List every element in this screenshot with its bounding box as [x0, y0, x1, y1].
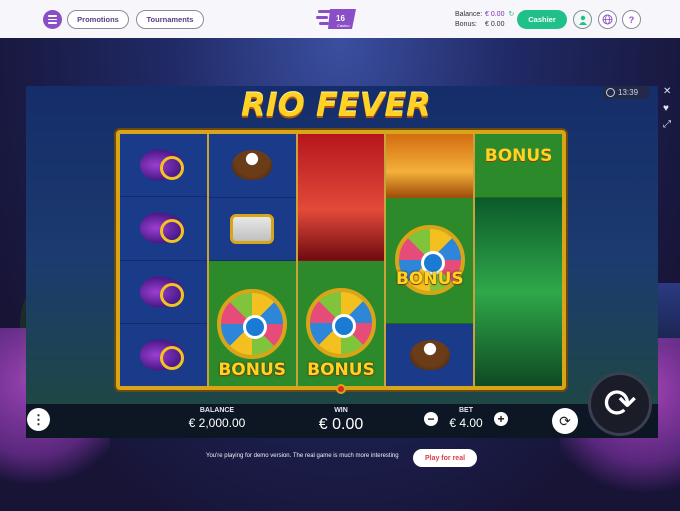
casino-logo[interactable]: 16 Casino: [316, 6, 360, 32]
mask-symbol: [120, 260, 207, 324]
autoplay-icon[interactable]: ⟳: [552, 408, 578, 434]
heart-icon[interactable]: ♥: [663, 103, 669, 114]
mask-symbol: [120, 197, 207, 261]
bet-increase-button[interactable]: +: [494, 412, 508, 426]
demo-notice: You're playing for demo version. The rea…: [206, 453, 399, 459]
game-clock: 13:39: [603, 86, 649, 99]
bonus-label: BONUS: [395, 268, 464, 289]
more-icon[interactable]: ⋮: [27, 408, 50, 431]
dancer-red-symbol: [297, 134, 385, 261]
mask-symbol: [120, 134, 207, 198]
bonus-wheel-icon: [305, 288, 376, 359]
dancer-gold-symbol: [386, 134, 474, 198]
bonus-symbol: BONUS: [386, 197, 474, 324]
bet-label: BET: [459, 407, 473, 414]
balance-value: € 0.00: [485, 11, 505, 18]
svg-text:16: 16: [336, 14, 345, 23]
bonus-label: BONUS: [484, 146, 553, 166]
reel-5: BONUS: [475, 134, 562, 386]
cashier-button[interactable]: Cashier: [517, 10, 567, 29]
dancer-green-symbol: [475, 197, 562, 386]
bonus-symbol: BONUS: [208, 261, 296, 386]
fullscreen-icon[interactable]: ⤢: [663, 119, 671, 130]
mask-symbol: [120, 323, 207, 386]
bonus-value: € 0.00: [485, 21, 505, 28]
reel-2: BONUS: [208, 134, 298, 386]
language-icon[interactable]: [598, 10, 617, 29]
user-icon[interactable]: [573, 10, 592, 29]
play-for-real-button[interactable]: Play for real: [413, 449, 477, 467]
logo-text: Casino: [337, 23, 350, 28]
refresh-icon[interactable]: ↻: [508, 10, 514, 20]
help-icon[interactable]: ?: [622, 10, 641, 29]
game-balance-value: € 2,000.00: [188, 416, 246, 430]
bonus-label: BONUS: [218, 360, 287, 380]
game-bet: BET € 4.00: [444, 407, 488, 430]
close-icon[interactable]: ✕: [663, 86, 671, 97]
spin-icon[interactable]: ⟳: [588, 372, 652, 436]
bonus-symbol: BONUS: [475, 134, 562, 198]
game-balance: BALANCE € 2,000.00: [182, 407, 252, 430]
game-win: WIN € 0.00: [313, 407, 369, 434]
balance-label: Balance:: [455, 11, 483, 18]
bet-decrease-button[interactable]: −: [424, 412, 438, 426]
bonus-symbol: BONUS: [297, 260, 385, 386]
account-balance: Balance: € 0.00 ↻ Bonus: € 0.00: [455, 10, 514, 30]
coconut-symbol: [386, 323, 474, 386]
reel-1: [120, 134, 209, 386]
win-label: WIN: [334, 407, 348, 414]
top-nav: Promotions Tournaments 16 Casino Balance…: [0, 0, 680, 38]
tournaments-button[interactable]: Tournaments: [136, 10, 204, 29]
bonus-label: Bonus:: [455, 21, 477, 28]
reels-grid: BONUS BONUS BONUS BONUS: [116, 130, 566, 390]
clock-time: 13:39: [618, 88, 639, 97]
game-balance-label: BALANCE: [199, 407, 235, 414]
win-value: € 0.00: [318, 416, 364, 433]
promotions-button[interactable]: Promotions: [67, 10, 129, 29]
drum-symbol: [208, 197, 296, 261]
ruby-gem-icon: [336, 384, 346, 394]
game-title: RIO FEVER: [241, 86, 431, 124]
reel-3: BONUS: [297, 134, 387, 386]
bonus-label: BONUS: [307, 360, 375, 380]
bonus-wheel-icon: [217, 288, 288, 359]
bet-value: € 4.00: [449, 416, 483, 430]
menu-icon[interactable]: [43, 10, 62, 29]
reel-4: BONUS: [386, 134, 476, 386]
coconut-symbol: [208, 134, 296, 198]
clock-icon: [606, 88, 615, 97]
